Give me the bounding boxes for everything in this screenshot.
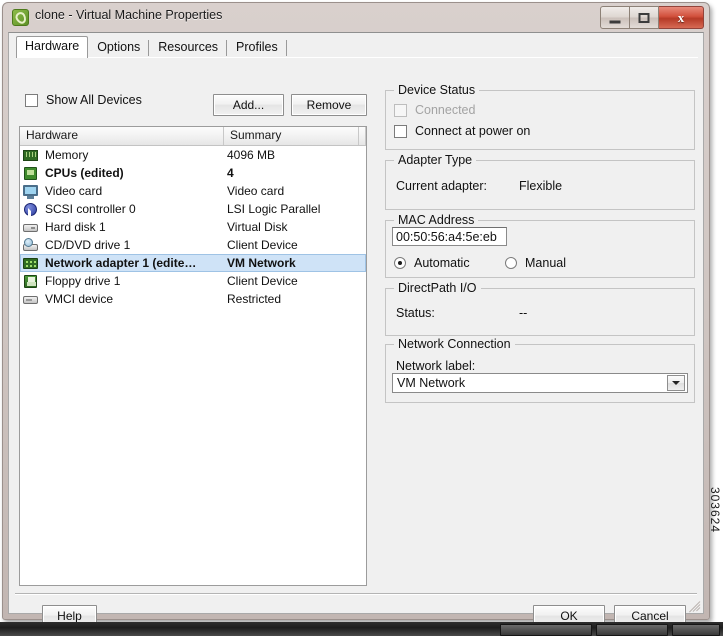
maximize-button[interactable]: [630, 6, 659, 29]
device-status-legend: Device Status: [394, 83, 480, 97]
table-row[interactable]: VMCI device Restricted: [20, 290, 366, 308]
cpu-icon: [22, 166, 40, 181]
column-header-hardware[interactable]: Hardware: [20, 127, 224, 145]
window-controls: x: [600, 6, 704, 29]
vmci-device-icon: [22, 292, 40, 307]
device-status-group: Device Status Connected Connect at power…: [385, 83, 695, 150]
table-row[interactable]: Video card Video card: [20, 182, 366, 200]
taskbar-item[interactable]: [672, 624, 720, 636]
row-summary: Virtual Disk: [227, 220, 288, 234]
show-all-devices-checkbox[interactable]: [25, 93, 38, 107]
mac-automatic-radio[interactable]: [394, 257, 406, 269]
row-summary: Video card: [227, 184, 285, 198]
vm-clone-icon: [12, 9, 29, 26]
desktop-background: clone - Virtual Machine Properties x Har…: [0, 0, 723, 636]
row-name: VMCI device: [45, 292, 114, 306]
column-header-filler: [359, 127, 366, 145]
mac-automatic-label: Automatic: [414, 256, 470, 270]
hardware-list-header: Hardware Summary: [20, 127, 366, 146]
video-card-icon: [22, 184, 40, 199]
row-summary: Client Device: [227, 274, 298, 288]
row-summary: LSI Logic Parallel: [227, 202, 321, 216]
row-name: Video card: [45, 184, 103, 198]
table-row[interactable]: Floppy drive 1 Client Device: [20, 272, 366, 290]
adapter-type-legend: Adapter Type: [394, 153, 477, 167]
mac-address-input[interactable]: 00:50:56:a4:5e:eb: [392, 227, 507, 246]
column-header-summary[interactable]: Summary: [224, 127, 359, 145]
network-label-value: VM Network: [397, 376, 466, 390]
row-name: Floppy drive 1: [45, 274, 121, 288]
row-summary: 4096 MB: [227, 148, 276, 162]
tab-bar: Hardware Options Resources Profiles: [16, 36, 287, 58]
title-bar[interactable]: clone - Virtual Machine Properties x: [3, 3, 709, 32]
table-row[interactable]: Network adapter 1 (edite… VM Network: [20, 254, 366, 272]
tab-options[interactable]: Options: [88, 37, 150, 58]
tab-profiles[interactable]: Profiles: [227, 37, 287, 58]
mac-automatic-row[interactable]: Automatic: [394, 256, 470, 270]
row-name: Memory: [45, 148, 89, 162]
taskbar[interactable]: [0, 622, 723, 636]
connected-checkbox: [394, 103, 407, 117]
directpath-status-label: Status:: [396, 306, 435, 320]
minimize-button[interactable]: [600, 6, 630, 29]
table-row[interactable]: Memory 4096 MB: [20, 146, 366, 164]
chevron-down-icon[interactable]: [667, 375, 685, 391]
footer-separator: [15, 593, 697, 595]
taskbar-item[interactable]: [596, 624, 668, 636]
row-name: Hard disk 1: [45, 220, 106, 234]
close-icon: x: [677, 9, 685, 25]
current-adapter-label: Current adapter:: [396, 179, 488, 193]
mac-manual-radio[interactable]: [505, 257, 517, 269]
connect-at-power-on-label: Connect at power on: [415, 124, 531, 138]
network-connection-legend: Network Connection: [394, 337, 515, 351]
row-name: Network adapter 1 (edite…: [45, 256, 197, 270]
table-row[interactable]: CPUs (edited) 4: [20, 164, 366, 182]
vm-properties-window: clone - Virtual Machine Properties x Har…: [2, 2, 710, 627]
resize-grip[interactable]: [686, 596, 701, 613]
connect-at-power-on-checkbox[interactable]: [394, 124, 407, 138]
connect-at-power-on-row[interactable]: Connect at power on: [394, 124, 530, 138]
directpath-status-value: --: [519, 306, 528, 320]
show-all-devices-row[interactable]: Show All Devices: [25, 93, 142, 107]
current-adapter-value: Flexible: [519, 179, 563, 193]
add-button[interactable]: Add...: [213, 94, 284, 116]
connected-label: Connected: [415, 103, 476, 117]
row-summary: Client Device: [227, 238, 298, 252]
scsi-controller-icon: [22, 202, 40, 219]
hardware-list[interactable]: Hardware Summary Memory 4096 MB CPUs (ed…: [19, 126, 367, 586]
mac-manual-row[interactable]: Manual: [505, 256, 566, 270]
connected-row: Connected: [394, 103, 475, 117]
directpath-io-group: DirectPath I/O Status: --: [385, 281, 695, 336]
window-title: clone - Virtual Machine Properties: [35, 8, 223, 22]
row-summary: Restricted: [227, 292, 282, 306]
adapter-type-group: Adapter Type Current adapter: Flexible: [385, 153, 695, 210]
show-all-devices-label: Show All Devices: [46, 93, 142, 107]
remove-button[interactable]: Remove: [291, 94, 367, 116]
row-name: CPUs (edited): [45, 166, 124, 180]
mac-address-legend: MAC Address: [394, 213, 479, 227]
row-summary: VM Network: [227, 256, 296, 270]
mac-manual-label: Manual: [525, 256, 566, 270]
tab-hardware[interactable]: Hardware: [16, 36, 89, 58]
hard-disk-icon: [22, 220, 40, 235]
directpath-io-legend: DirectPath I/O: [394, 281, 481, 295]
floppy-drive-icon: [22, 274, 40, 289]
table-row[interactable]: Hard disk 1 Virtual Disk: [20, 218, 366, 236]
table-row[interactable]: CD/DVD drive 1 Client Device: [20, 236, 366, 254]
tab-resources[interactable]: Resources: [149, 37, 227, 58]
watermark-label: 303624: [708, 486, 722, 533]
table-row[interactable]: SCSI controller 0 LSI Logic Parallel: [20, 200, 366, 219]
row-summary: 4: [227, 166, 234, 180]
cd-dvd-drive-icon: [22, 237, 40, 253]
network-label-select[interactable]: VM Network: [392, 373, 688, 393]
network-adapter-icon: [22, 256, 40, 271]
tab-underline: [16, 57, 698, 58]
dialog-client-area: Hardware Options Resources Profiles Show…: [8, 32, 704, 627]
taskbar-item[interactable]: [500, 624, 592, 636]
row-name: SCSI controller 0: [45, 202, 136, 216]
close-button[interactable]: x: [659, 6, 704, 29]
network-label-caption: Network label:: [396, 359, 476, 373]
row-name: CD/DVD drive 1: [45, 238, 131, 252]
memory-icon: [22, 148, 40, 163]
